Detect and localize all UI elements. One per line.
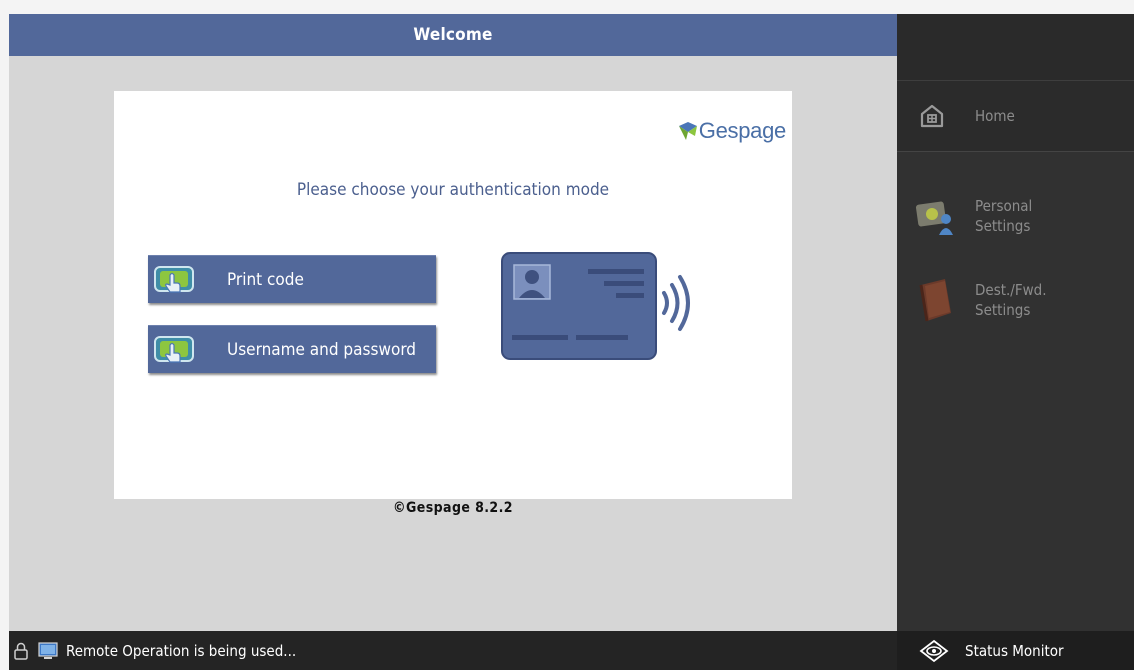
main-panel: Welcome Gespage Please choose your authe…: [9, 14, 897, 631]
auth-prompt: Please choose your authentication mode: [296, 180, 610, 200]
home-icon: [920, 104, 944, 128]
sidebar-header: [897, 14, 1134, 81]
sidebar-item-dest-fwd-settings[interactable]: Dest./Fwd. Settings: [897, 270, 1134, 330]
gespage-logo-icon: [678, 122, 697, 140]
print-code-button[interactable]: Print code: [148, 255, 436, 303]
sidebar-item-label-line1: Personal: [975, 197, 1033, 215]
sidebar-item-home[interactable]: Home: [897, 81, 1134, 152]
sidebar-item-label: Personal Settings: [975, 196, 1032, 236]
gespage-logo: Gespage: [677, 117, 786, 145]
status-bar: Remote Operation is being used...: [9, 631, 897, 670]
status-monitor-button[interactable]: Status Monitor: [897, 631, 1134, 670]
touch-screen-icon: [151, 332, 197, 368]
touch-screen-icon: [151, 262, 197, 298]
version-label: ©Gespage 8.2.2: [393, 500, 513, 516]
id-card-contactless-icon: [500, 251, 700, 367]
remote-operation-icon: [38, 641, 58, 659]
sidebar-item-label-line2: Settings: [975, 301, 1031, 319]
sidebar-item-personal-settings[interactable]: Personal Settings: [897, 186, 1134, 246]
status-message: Remote Operation is being used...: [66, 641, 297, 660]
username-password-button[interactable]: Username and password: [148, 325, 436, 373]
device-screen: Welcome Gespage Please choose your authe…: [9, 14, 1134, 670]
login-card: Gespage Please choose your authenticatio…: [114, 91, 792, 499]
lock-icon: [14, 642, 28, 660]
page-title: Welcome: [9, 14, 897, 56]
sidebar-item-label-line1: Dest./Fwd.: [975, 281, 1047, 299]
address-book-icon: [915, 277, 957, 323]
status-monitor-label: Status Monitor: [965, 641, 1064, 660]
personal-settings-icon: [915, 193, 957, 239]
logo-text: Gespage: [698, 118, 787, 143]
sidebar-item-label: Dest./Fwd. Settings: [975, 280, 1047, 320]
status-monitor-icon: [919, 639, 949, 662]
sidebar-item-label-line2: Settings: [975, 217, 1031, 235]
sidebar-item-label: Home: [975, 107, 1015, 125]
username-password-label: Username and password: [227, 339, 417, 360]
print-code-label: Print code: [227, 269, 304, 290]
sidebar: Home Personal Settings Dest./Fwd. Settin…: [897, 14, 1134, 631]
